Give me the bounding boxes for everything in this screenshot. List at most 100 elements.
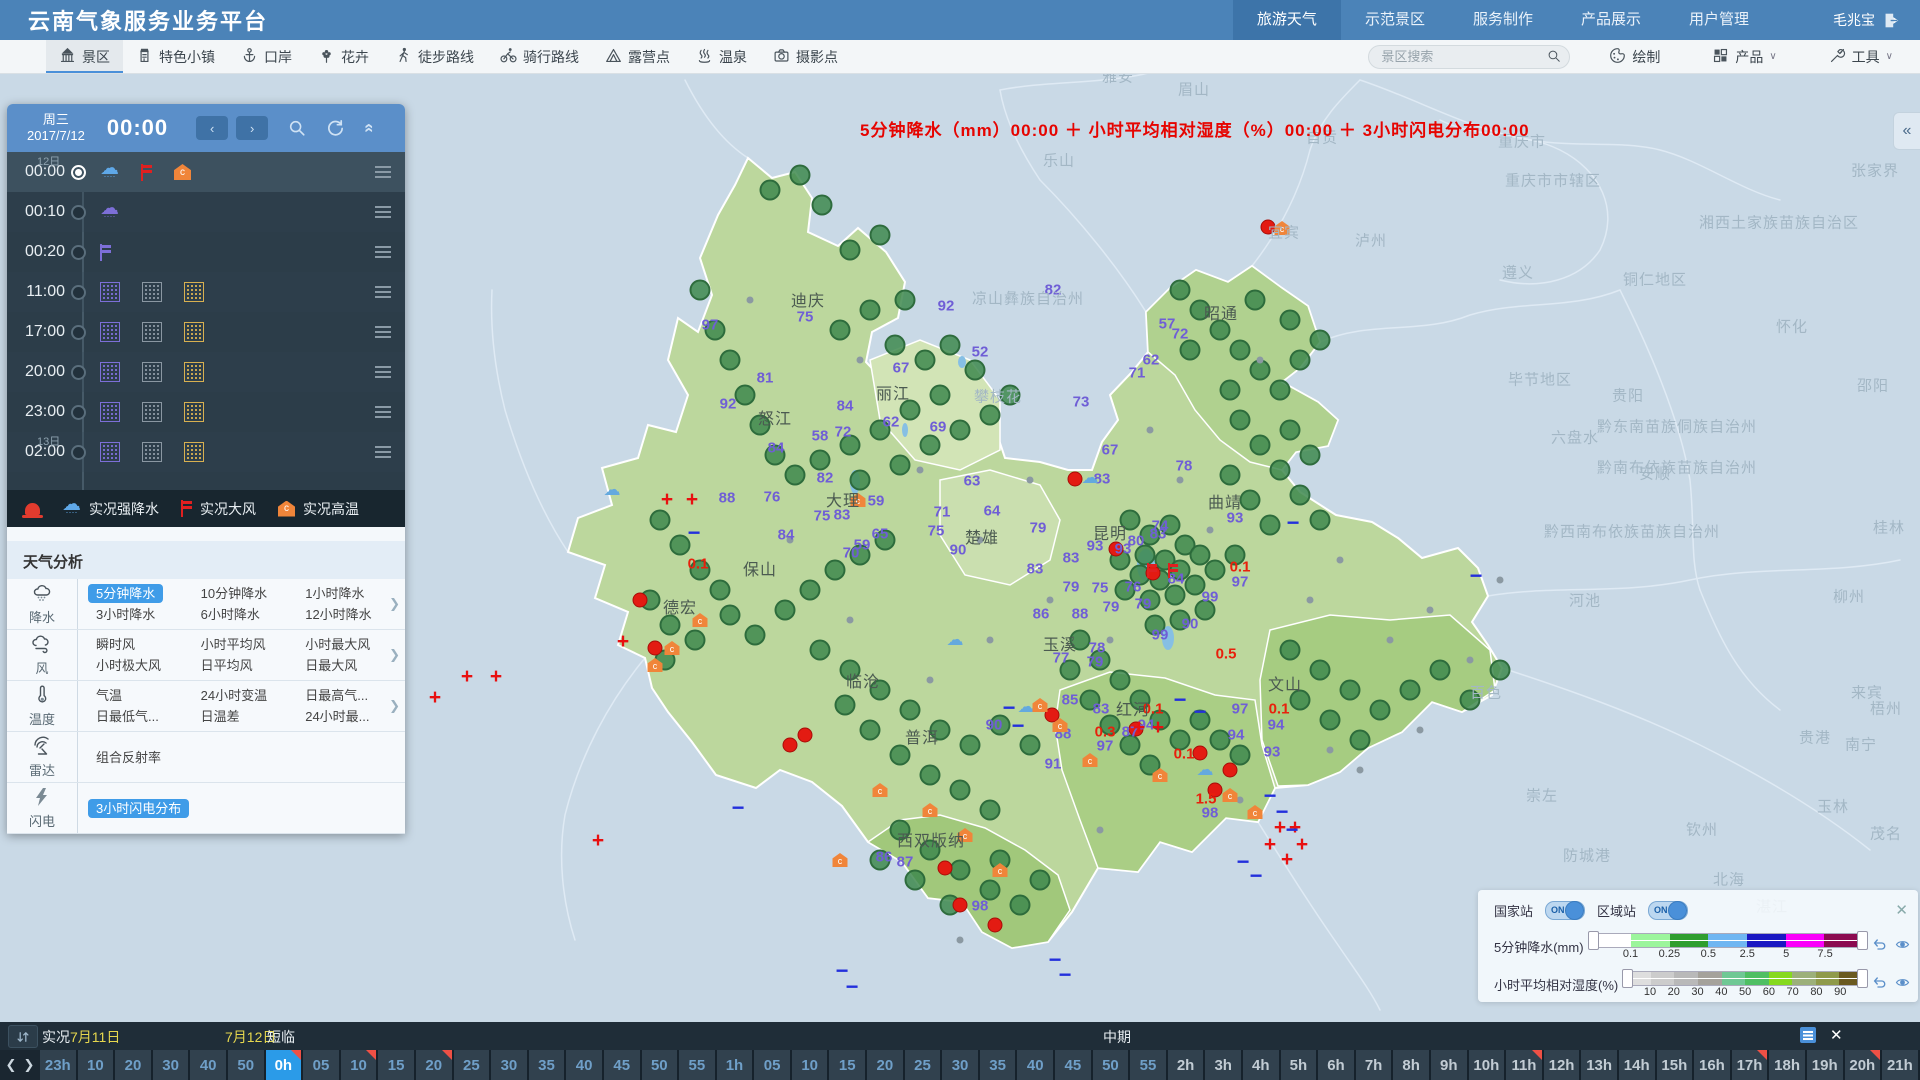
station-dot[interactable] bbox=[1310, 660, 1331, 681]
timeline-cell[interactable]: 55 bbox=[1130, 1050, 1168, 1080]
nav-item-用户管理[interactable]: 用户管理 bbox=[1665, 0, 1773, 40]
station-dot-small[interactable] bbox=[1257, 357, 1264, 364]
station-dot[interactable] bbox=[1240, 490, 1261, 511]
station-dot[interactable] bbox=[915, 350, 936, 371]
timeline-cell[interactable]: 5h bbox=[1281, 1050, 1319, 1080]
station-dot[interactable] bbox=[950, 860, 971, 881]
toolbar-tool-绘制[interactable]: 绘制 bbox=[1596, 40, 1673, 73]
time-radio[interactable] bbox=[71, 205, 86, 220]
heavy-rain-station-dot[interactable] bbox=[633, 593, 648, 608]
station-dot[interactable] bbox=[1270, 460, 1291, 481]
heavy-rain-station-dot[interactable] bbox=[798, 728, 813, 743]
heavy-rain-station-dot[interactable] bbox=[953, 898, 968, 913]
station-dot[interactable] bbox=[860, 300, 881, 321]
station-dot-small[interactable] bbox=[957, 937, 964, 944]
nav-item-产品展示[interactable]: 产品展示 bbox=[1557, 0, 1665, 40]
station-dot-small[interactable] bbox=[1337, 557, 1344, 564]
close-timeline-icon[interactable]: ✕ bbox=[1830, 1026, 1843, 1044]
heavy-rain-station-dot[interactable] bbox=[938, 861, 953, 876]
station-dot[interactable] bbox=[1165, 585, 1186, 606]
station-dot-small[interactable] bbox=[917, 467, 924, 474]
high-temp-icon[interactable]: c bbox=[1083, 753, 1098, 767]
station-dot[interactable] bbox=[830, 320, 851, 341]
station-dot[interactable] bbox=[965, 360, 986, 381]
station-dot-small[interactable] bbox=[857, 357, 864, 364]
station-dot[interactable] bbox=[685, 630, 706, 651]
station-dot[interactable] bbox=[905, 870, 926, 891]
row-menu-icon[interactable] bbox=[375, 366, 391, 378]
timeline-cell[interactable]: 05 bbox=[303, 1050, 341, 1080]
analysis-item[interactable]: 瞬时风 bbox=[88, 634, 193, 655]
schedule-row[interactable]: 23:00 bbox=[7, 392, 405, 432]
timeline-cell[interactable]: 3h bbox=[1205, 1050, 1243, 1080]
refresh-icon[interactable] bbox=[326, 119, 345, 138]
analysis-item[interactable]: 日最高气... bbox=[297, 685, 402, 706]
timeline-cell[interactable]: 05 bbox=[754, 1050, 792, 1080]
row-menu-icon[interactable] bbox=[375, 286, 391, 298]
next-time-button[interactable]: › bbox=[236, 116, 268, 140]
row-menu-icon[interactable] bbox=[375, 166, 391, 178]
toolbar-item-温泉[interactable]: 温泉 bbox=[683, 40, 760, 73]
station-dot[interactable] bbox=[760, 180, 781, 201]
station-dot[interactable] bbox=[812, 195, 833, 216]
station-dot[interactable] bbox=[1230, 410, 1251, 431]
timeline-cell[interactable]: 30 bbox=[942, 1050, 980, 1080]
high-temp-icon[interactable]: c bbox=[833, 853, 848, 867]
station-dot[interactable] bbox=[1310, 510, 1331, 531]
close-icon[interactable]: ✕ bbox=[1895, 901, 1908, 919]
schedule-row[interactable]: 00:10 bbox=[7, 192, 405, 232]
analysis-item[interactable]: 10分钟降水 bbox=[193, 583, 298, 604]
station-dot[interactable] bbox=[720, 605, 741, 626]
row-menu-icon[interactable] bbox=[375, 406, 391, 418]
analysis-item[interactable]: 6小时降水 bbox=[193, 604, 298, 625]
station-dot[interactable] bbox=[940, 335, 961, 356]
rain-cloud-icon[interactable]: ☁ bbox=[1197, 760, 1214, 780]
timeline-cell[interactable]: 20 bbox=[867, 1050, 905, 1080]
station-dot[interactable] bbox=[1370, 700, 1391, 721]
undo-icon[interactable] bbox=[1872, 975, 1887, 993]
timeline-cell[interactable]: 8h bbox=[1393, 1050, 1431, 1080]
station-dot-small[interactable] bbox=[927, 677, 934, 684]
station-dot-small[interactable] bbox=[1387, 637, 1394, 644]
station-dot[interactable] bbox=[1430, 660, 1451, 681]
timeline-cell[interactable]: 55 bbox=[679, 1050, 717, 1080]
toolbar-item-露营点[interactable]: 露营点 bbox=[592, 40, 683, 73]
timeline-cell[interactable]: 13h bbox=[1581, 1050, 1619, 1080]
timeline-cell[interactable]: 10h bbox=[1469, 1050, 1507, 1080]
station-dot[interactable] bbox=[735, 385, 756, 406]
timeline-cell[interactable]: 50 bbox=[1093, 1050, 1131, 1080]
timeline-cell[interactable]: 25 bbox=[454, 1050, 492, 1080]
undo-icon[interactable] bbox=[1872, 937, 1887, 955]
high-temp-icon[interactable]: c bbox=[873, 783, 888, 797]
analysis-item[interactable]: 24小时最... bbox=[297, 706, 402, 727]
time-radio[interactable] bbox=[71, 245, 86, 260]
station-dot[interactable] bbox=[1400, 680, 1421, 701]
timeline-cell[interactable]: 23h bbox=[40, 1050, 78, 1080]
station-dot-small[interactable] bbox=[847, 617, 854, 624]
station-dot[interactable] bbox=[745, 625, 766, 646]
station-dot[interactable] bbox=[885, 335, 906, 356]
station-dot[interactable] bbox=[1280, 640, 1301, 661]
search-icon[interactable] bbox=[1547, 49, 1561, 63]
analysis-item[interactable]: 日温差 bbox=[193, 706, 298, 727]
station-toggle[interactable]: ON bbox=[1648, 901, 1688, 920]
rain-cloud-icon[interactable]: ☁ bbox=[1018, 697, 1035, 717]
chevron-right-icon[interactable]: ❯ bbox=[389, 698, 400, 714]
station-dot-small[interactable] bbox=[1467, 657, 1474, 664]
timeline-cell[interactable]: 21h bbox=[1882, 1050, 1920, 1080]
row-menu-icon[interactable] bbox=[375, 206, 391, 218]
timeline-cell[interactable]: 14h bbox=[1619, 1050, 1657, 1080]
analysis-item[interactable]: 日最大风 bbox=[297, 655, 402, 676]
station-dot[interactable] bbox=[1270, 380, 1291, 401]
analysis-item[interactable]: 日平均风 bbox=[193, 655, 298, 676]
timeline-cell[interactable]: 11h bbox=[1506, 1050, 1544, 1080]
toolbar-item-摄影点[interactable]: 摄影点 bbox=[760, 40, 851, 73]
timeline-prev-icon[interactable]: ❮ bbox=[2, 1050, 20, 1080]
user-area[interactable]: 毛兆宝 bbox=[1833, 10, 1900, 30]
analysis-item[interactable]: 小时最大风 bbox=[297, 634, 402, 655]
station-dot-small[interactable] bbox=[1177, 477, 1184, 484]
analysis-item[interactable]: 5分钟降水 bbox=[88, 583, 193, 604]
high-temp-icon[interactable]: c bbox=[1248, 805, 1263, 819]
station-dot[interactable] bbox=[870, 225, 891, 246]
rain-cloud-icon[interactable]: ☁ bbox=[947, 630, 964, 650]
